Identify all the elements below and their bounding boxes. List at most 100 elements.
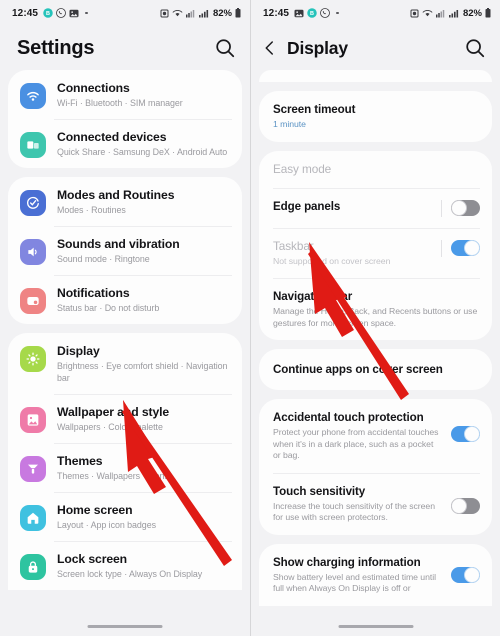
- sidebar-item-sublabel: Themes · Wallpapers · Icons: [57, 471, 169, 481]
- row-text: Themes Themes · Wallpapers · Icons: [57, 453, 230, 482]
- display-header: Display: [251, 26, 500, 70]
- sidebar-item-sublabel: Wi-Fi · Bluetooth · SIM manager: [57, 98, 183, 108]
- status-bar-system-icons: 82%: [410, 8, 491, 19]
- whatsapp-business-icon: B: [307, 8, 317, 18]
- sidebar-item-notifications[interactable]: Notifications Status bar · Do not distur…: [8, 275, 242, 324]
- gallery-icon: [69, 9, 79, 18]
- svg-text:B: B: [310, 11, 314, 17]
- cellular-bars-icon: [198, 9, 209, 18]
- show-charging-information-toggle[interactable]: [451, 566, 480, 583]
- row-text: Touch sensitivity Increase the touch sen…: [273, 484, 443, 524]
- settings-scroll-area[interactable]: Connections Wi-Fi · Bluetooth · SIM mana…: [0, 70, 250, 590]
- display-row-edge-panels[interactable]: Edge panels: [259, 187, 492, 228]
- home-indicator-right: [338, 624, 413, 628]
- toggle-knob: [451, 497, 467, 514]
- display-group-screen-timeout: Screen timeout 1 minute: [259, 91, 492, 142]
- toggle-container: [443, 410, 480, 442]
- sidebar-item-connected-devices[interactable]: Connected devices Quick Share · Samsung …: [8, 119, 242, 168]
- display-row-sublabel: Increase the touch sensitivity of the sc…: [273, 500, 435, 523]
- battery-percent-label: 82%: [462, 7, 482, 19]
- sidebar-item-themes[interactable]: Themes Themes · Wallpapers · Icons: [8, 443, 242, 492]
- wifi-calling-icon: [422, 9, 433, 18]
- modes-routines-icon: [20, 190, 46, 216]
- alarm-icon: [160, 9, 169, 18]
- signal-bars-icon: [185, 9, 196, 18]
- sidebar-item-display[interactable]: Display Brightness · Eye comfort shield …: [8, 333, 242, 394]
- sidebar-item-sublabel: Wallpapers · Colour palette: [57, 422, 163, 432]
- status-bar-right: 12:45 B 82%: [251, 0, 500, 26]
- display-row-sublabel: Not supported on cover screen: [273, 255, 391, 266]
- sidebar-item-lock-screen[interactable]: Lock screen Screen lock type · Always On…: [8, 541, 242, 590]
- status-bar-time: 12:45: [12, 7, 39, 19]
- display-group-charging-info: Show charging information Show battery l…: [259, 543, 492, 606]
- row-text: Modes and Routines Modes · Routines: [57, 187, 230, 216]
- display-row-value: 1 minute: [273, 119, 306, 129]
- taskbar-toggle[interactable]: [451, 240, 480, 256]
- display-row-screen-timeout[interactable]: Screen timeout 1 minute: [259, 91, 492, 142]
- sidebar-item-connections[interactable]: Connections Wi-Fi · Bluetooth · SIM mana…: [8, 70, 242, 119]
- row-text: Easy mode: [273, 162, 480, 177]
- toggle-knob: [464, 426, 480, 442]
- search-icon[interactable]: [214, 37, 236, 59]
- display-row-show-charging-information[interactable]: Show charging information Show battery l…: [259, 544, 492, 606]
- display-row-label: Show charging information: [273, 555, 421, 569]
- search-icon[interactable]: [464, 37, 486, 59]
- display-row-label: Edge panels: [273, 199, 341, 213]
- sidebar-item-modes-and-routines[interactable]: Modes and Routines Modes · Routines: [8, 177, 242, 226]
- status-bar-system-icons: 82%: [160, 8, 241, 19]
- row-text: Edge panels: [273, 199, 433, 214]
- accidental-touch-protection-toggle[interactable]: [451, 426, 480, 442]
- sidebar-item-label: Wallpaper and style: [57, 405, 170, 419]
- whatsapp-icon: [320, 8, 330, 18]
- toggle-container: [443, 484, 480, 514]
- display-scroll-area[interactable]: Screen timeout 1 minute Easy mode Edge p…: [251, 70, 500, 606]
- display-row-accidental-touch-protection[interactable]: Accidental touch protection Protect your…: [259, 399, 492, 473]
- toggle-knob: [464, 240, 480, 256]
- sidebar-item-label: Notifications: [57, 286, 130, 300]
- alarm-icon: [410, 9, 419, 18]
- display-row-sublabel: Manage the Home, Back, and Recents butto…: [273, 306, 478, 328]
- toggle-knob: [464, 566, 480, 583]
- whatsapp-icon: [56, 8, 66, 18]
- status-bar-left: 12:45 B 82%: [0, 0, 250, 26]
- display-row-touch-sensitivity[interactable]: Touch sensitivity Increase the touch sen…: [259, 472, 492, 535]
- battery-icon: [485, 8, 491, 18]
- row-text: Connections Wi-Fi · Bluetooth · SIM mana…: [57, 80, 230, 109]
- touch-sensitivity-toggle[interactable]: [451, 497, 480, 514]
- battery-icon: [235, 8, 241, 18]
- display-row-label: Navigation bar: [273, 290, 353, 303]
- row-text: Wallpaper and style Wallpapers · Colour …: [57, 404, 230, 433]
- signal-bars-icon: [435, 9, 446, 18]
- battery-percent-label: 82%: [212, 7, 232, 19]
- settings-screen: 12:45 B 82% Settings Connections Wi-Fi ·…: [0, 0, 250, 636]
- sidebar-item-sublabel: Screen lock type · Always On Display: [57, 569, 203, 579]
- row-text: Screen timeout 1 minute: [273, 102, 480, 131]
- row-text: Sounds and vibration Sound mode · Ringto…: [57, 236, 230, 265]
- toggle-divider: [441, 199, 442, 217]
- status-bar-notification-icons: B: [294, 8, 339, 18]
- sidebar-item-wallpaper-and-style[interactable]: Wallpaper and style Wallpapers · Colour …: [8, 394, 242, 443]
- edge-panels-toggle[interactable]: [451, 200, 480, 216]
- display-row-navigation-bar[interactable]: Navigation bar Manage the Home, Back, an…: [259, 278, 492, 340]
- display-row-easy-mode[interactable]: Easy mode: [259, 151, 492, 188]
- dual-screenshot-container: 12:45 B 82% Settings Connections Wi-Fi ·…: [0, 0, 500, 636]
- status-bar-time: 12:45: [263, 7, 290, 19]
- row-text: Show charging information Show battery l…: [273, 555, 443, 595]
- display-group-cover-screen: Continue apps on cover screen: [259, 349, 492, 390]
- row-text: Navigation bar Manage the Home, Back, an…: [273, 289, 480, 329]
- back-chevron-icon[interactable]: [261, 39, 279, 57]
- sidebar-item-label: Connections: [57, 81, 130, 95]
- sidebar-item-home-screen[interactable]: Home screen Layout · App icon badges: [8, 492, 242, 541]
- display-row-taskbar[interactable]: Taskbar Not supported on cover screen: [259, 227, 492, 279]
- row-text: Home screen Layout · App icon badges: [57, 502, 230, 531]
- svg-text:B: B: [46, 11, 50, 17]
- display-row-continue-apps[interactable]: Continue apps on cover screen: [259, 349, 492, 390]
- display-row-label: Continue apps on cover screen: [273, 363, 443, 376]
- more-dot-icon: [85, 11, 88, 15]
- wallpaper-icon: [20, 407, 46, 433]
- sidebar-item-sounds-and-vibration[interactable]: Sounds and vibration Sound mode · Ringto…: [8, 226, 242, 275]
- row-text: Taskbar Not supported on cover screen: [273, 239, 433, 268]
- sidebar-item-label: Lock screen: [57, 552, 128, 566]
- sidebar-item-label: Themes: [57, 454, 103, 468]
- sidebar-item-label: Display: [57, 344, 100, 358]
